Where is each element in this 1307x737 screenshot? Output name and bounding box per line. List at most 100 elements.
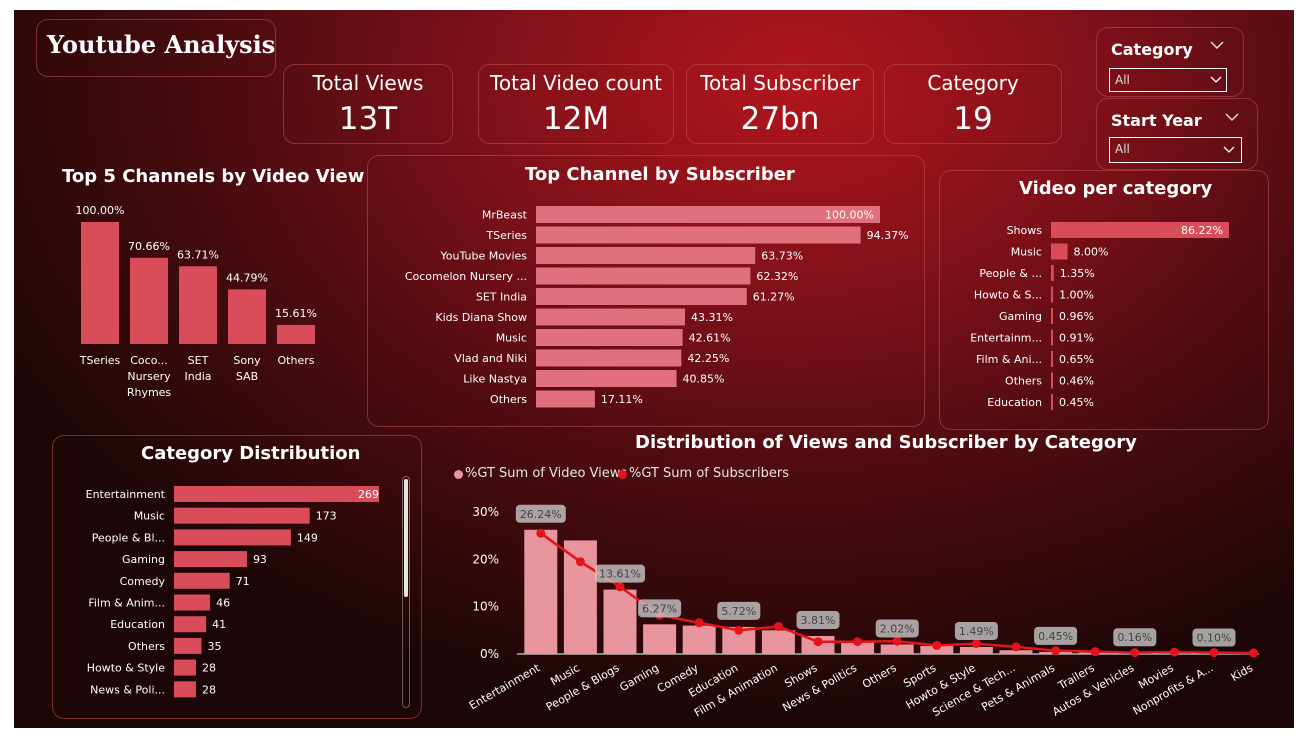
data-label: 6.27% bbox=[642, 602, 677, 615]
slicer-category-label: Category bbox=[1111, 40, 1193, 59]
kpi-value: 12M bbox=[542, 101, 610, 137]
line-point bbox=[734, 625, 744, 635]
category-label: Music bbox=[1011, 246, 1042, 259]
bar bbox=[174, 529, 291, 546]
line-point bbox=[1209, 648, 1219, 658]
category-label: SET India bbox=[185, 354, 212, 383]
data-label: 1.49% bbox=[959, 625, 994, 638]
data-label: 5.72% bbox=[721, 605, 756, 618]
data-label: 44.79% bbox=[226, 271, 268, 284]
data-label: 63.73% bbox=[761, 250, 803, 263]
chart-video-per-category: Shows 86.22% Music 8.00% People & ... 1.35% Ho… bbox=[970, 222, 1229, 410]
dropdown-value: All bbox=[1115, 142, 1130, 156]
dashboard-canvas: Youtube Analysis Total Views 13T Total V… bbox=[14, 10, 1294, 728]
report-title: Youtube Analysis bbox=[47, 30, 276, 59]
chart-top-channel-subscriber: MrBeast 100.00% TSeries 94.37% YouTube Movie… bbox=[405, 206, 909, 408]
bar bbox=[174, 551, 247, 568]
bar bbox=[1051, 329, 1053, 346]
line-point bbox=[1130, 648, 1140, 658]
legend-label-views: %GT Sum of Video Views bbox=[465, 466, 628, 481]
line-point bbox=[575, 557, 585, 567]
data-label: 173 bbox=[316, 510, 337, 523]
line-point bbox=[813, 637, 823, 647]
line-point bbox=[773, 622, 783, 632]
bar bbox=[880, 644, 914, 654]
bar bbox=[536, 308, 685, 326]
data-label: 26.24% bbox=[520, 508, 562, 521]
kpi-card-total-views: Total Views 13T bbox=[283, 64, 453, 144]
data-label: 0.45% bbox=[1059, 396, 1094, 409]
bar bbox=[536, 390, 595, 408]
bar bbox=[536, 267, 751, 285]
data-label: 42.25% bbox=[687, 352, 729, 365]
data-label: 41 bbox=[212, 618, 226, 631]
data-label: 61.27% bbox=[753, 291, 795, 304]
data-label: 0.65% bbox=[1059, 353, 1094, 366]
kpi-label: Category bbox=[927, 71, 1019, 95]
chevron-down-icon[interactable] bbox=[1210, 40, 1224, 50]
line-point bbox=[892, 636, 902, 646]
chevron-down-icon bbox=[1223, 146, 1235, 153]
bar bbox=[761, 630, 795, 654]
category-label: Film & Ani... bbox=[976, 353, 1042, 366]
bar bbox=[174, 572, 230, 589]
slicer-category-dropdown[interactable]: All bbox=[1109, 68, 1227, 92]
slicer-start-year-label: Start Year bbox=[1111, 111, 1202, 130]
data-label: 15.61% bbox=[275, 307, 317, 320]
bar bbox=[643, 624, 677, 654]
kpi-value: 13T bbox=[338, 101, 398, 137]
data-label: 93 bbox=[253, 553, 267, 566]
data-label: 0.91% bbox=[1059, 332, 1094, 345]
data-label: 0.10% bbox=[1197, 632, 1232, 645]
scrollbar-thumb[interactable] bbox=[404, 479, 408, 597]
data-label: 269 bbox=[358, 488, 379, 501]
kpi-value: 27bn bbox=[740, 101, 820, 137]
line-point bbox=[1011, 642, 1021, 652]
data-label: 62.32% bbox=[756, 270, 798, 283]
data-label: 8.00% bbox=[1074, 246, 1109, 259]
data-label: 100.00% bbox=[825, 209, 874, 222]
data-label: 17.11% bbox=[601, 393, 643, 406]
data-label: 70.66% bbox=[128, 240, 170, 253]
legend-marker-subscribers bbox=[618, 470, 627, 479]
category-label: People & ... bbox=[979, 267, 1042, 280]
legend-marker-views bbox=[454, 470, 463, 479]
category-label: Vlad and Niki bbox=[454, 352, 527, 365]
category-label: Gaming bbox=[999, 310, 1042, 323]
chart-title-category-distribution: Category Distribution bbox=[141, 443, 361, 464]
category-label: MrBeast bbox=[482, 209, 528, 222]
line-point bbox=[1169, 647, 1179, 657]
data-label: 86.22% bbox=[1181, 224, 1223, 237]
data-label: 46 bbox=[216, 597, 230, 610]
data-label: 3.81% bbox=[801, 614, 836, 627]
dropdown-value: All bbox=[1115, 73, 1130, 87]
category-label: Others bbox=[128, 640, 165, 653]
y-tick-label: 20% bbox=[472, 552, 499, 566]
category-label: News & Poli... bbox=[90, 683, 165, 696]
chevron-down-icon[interactable] bbox=[1225, 112, 1239, 122]
bar bbox=[536, 329, 683, 346]
data-label: 42.61% bbox=[689, 332, 731, 345]
x-tick-label: Others bbox=[860, 661, 899, 691]
category-label: Gaming bbox=[122, 553, 165, 566]
line-point bbox=[971, 639, 981, 649]
data-label: 100.00% bbox=[76, 204, 125, 217]
bar bbox=[603, 589, 637, 654]
category-label: Film & Anim... bbox=[88, 597, 165, 610]
category-label: People & Bl... bbox=[92, 531, 165, 544]
kpi-label: Total Views bbox=[312, 71, 424, 95]
data-label: 71 bbox=[236, 575, 250, 588]
bar bbox=[536, 247, 756, 264]
kpi-card-video-count: Total Video count 12M bbox=[478, 64, 674, 144]
category-label: Education bbox=[987, 396, 1042, 409]
category-label: Education bbox=[110, 618, 165, 631]
chart-title-combo: Distribution of Views and Subscriber by … bbox=[635, 432, 1137, 453]
bar bbox=[536, 226, 861, 244]
data-label: 0.45% bbox=[1038, 630, 1073, 643]
bar bbox=[1051, 308, 1053, 324]
scrollbar-track[interactable] bbox=[402, 476, 410, 708]
slicer-start-year-dropdown[interactable]: All bbox=[1109, 137, 1242, 163]
line-point bbox=[694, 618, 704, 628]
data-label: 1.35% bbox=[1060, 267, 1095, 280]
category-label: Others bbox=[278, 354, 315, 367]
